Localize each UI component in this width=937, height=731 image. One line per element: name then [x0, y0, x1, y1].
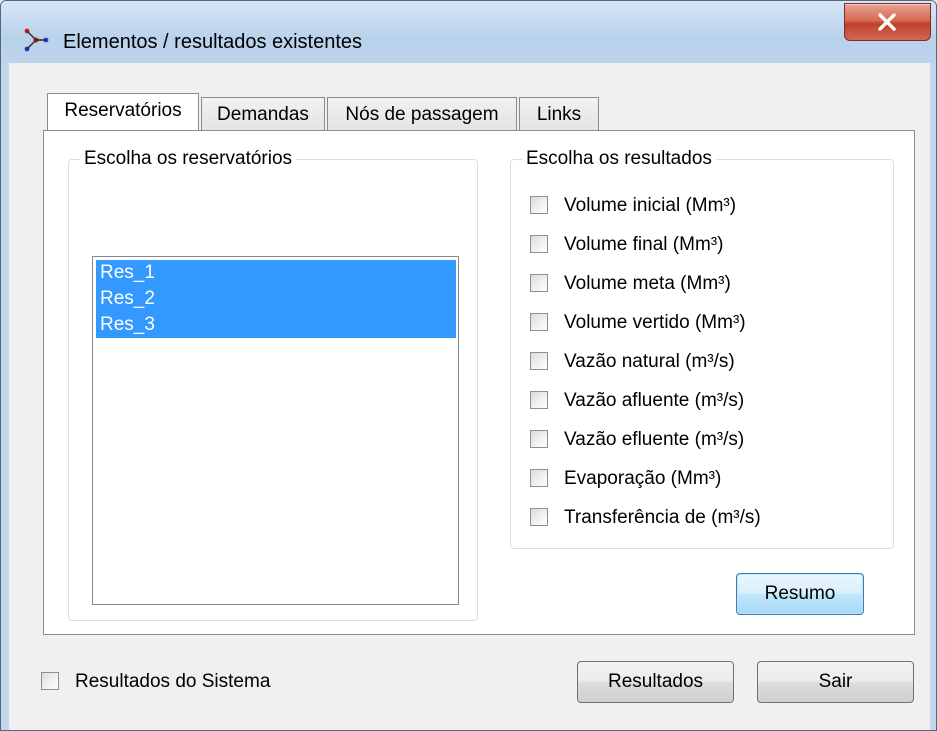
results-button[interactable]: Resultados	[577, 661, 734, 703]
checkbox[interactable]	[530, 313, 548, 331]
window-title: Elementos / resultados existentes	[63, 31, 363, 53]
summary-button[interactable]: Resumo	[736, 573, 864, 615]
list-item-res-2[interactable]: Res_2	[96, 286, 456, 312]
tab-panel-reservatorios: Escolha os reservatórios Res_1 Res_2 Res…	[43, 130, 915, 635]
close-icon	[878, 13, 896, 31]
system-results-label: Resultados do Sistema	[75, 671, 271, 692]
list-item-res-1[interactable]: Res_1	[96, 260, 456, 286]
dialog-client-area: Reservatórios Demandas Nós de passagem L…	[9, 63, 930, 730]
tab-links[interactable]: Links	[519, 97, 599, 130]
results-group-label: Escolha os resultados	[522, 148, 716, 170]
tab-reservatorios[interactable]: Reservatórios	[47, 93, 199, 130]
checkbox[interactable]	[530, 430, 548, 448]
dialog-window: Elementos / resultados existentes Reserv…	[0, 0, 937, 731]
checkbox[interactable]	[530, 391, 548, 409]
close-button[interactable]	[844, 3, 931, 41]
option-label: Vazão natural (m³/s)	[564, 351, 735, 372]
window-frame-right	[930, 63, 936, 730]
window-frame-left	[1, 63, 9, 730]
option-label: Transferência de (m³/s)	[564, 507, 761, 528]
option-label: Volume inicial (Mm³)	[564, 195, 737, 216]
tab-demandas[interactable]: Demandas	[201, 97, 325, 130]
option-label: Volume vertido (Mm³)	[564, 312, 746, 333]
checkbox[interactable]	[530, 352, 548, 370]
exit-button[interactable]: Sair	[757, 661, 914, 703]
reservoirs-group-label: Escolha os reservatórios	[80, 148, 297, 170]
option-label: Vazão afluente (m³/s)	[564, 390, 745, 411]
checkbox[interactable]	[530, 469, 548, 487]
checkbox[interactable]	[41, 672, 59, 690]
option-label: Evaporação (Mm³)	[564, 468, 722, 489]
checkbox[interactable]	[530, 274, 548, 292]
tab-nos-de-passagem[interactable]: Nós de passagem	[327, 97, 517, 130]
checkbox[interactable]	[530, 196, 548, 214]
title-bar[interactable]: Elementos / resultados existentes	[1, 1, 936, 63]
network-nodes-icon	[23, 27, 49, 53]
checkbox[interactable]	[530, 235, 548, 253]
option-label: Vazão efluente (m³/s)	[564, 429, 745, 450]
checkbox[interactable]	[530, 508, 548, 526]
list-item-res-3[interactable]: Res_3	[96, 312, 456, 338]
option-label: Volume final (Mm³)	[564, 234, 724, 255]
option-label: Volume meta (Mm³)	[564, 273, 731, 294]
reservoirs-listbox[interactable]: Res_1 Res_2 Res_3	[92, 256, 459, 605]
